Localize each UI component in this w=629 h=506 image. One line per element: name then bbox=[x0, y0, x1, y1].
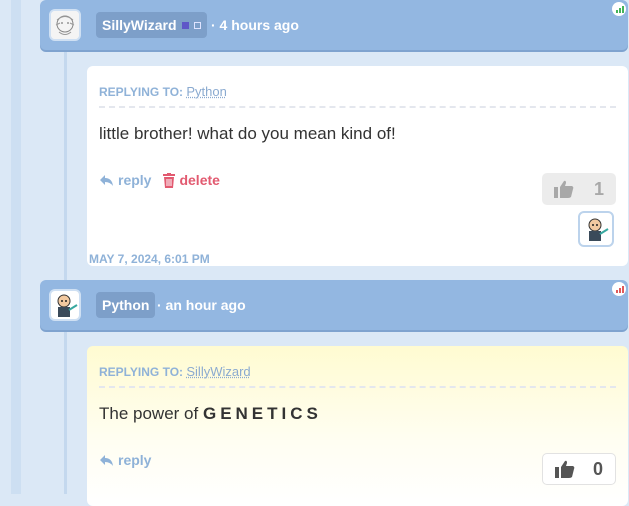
reply-label: reply bbox=[118, 452, 152, 468]
comment-text: little brother! what do you mean kind of… bbox=[99, 124, 396, 143]
comment-date: MAY 7, 2024, 6:01 PM bbox=[89, 252, 210, 266]
comment-text-prefix: The power of bbox=[99, 404, 199, 423]
trash-icon bbox=[163, 172, 176, 188]
comment-header: Python · an hour ago bbox=[40, 280, 628, 330]
reply-arrow-icon bbox=[100, 174, 113, 186]
replying-to-link[interactable]: SillyWizard bbox=[186, 364, 250, 379]
thumbs-up-icon bbox=[554, 180, 574, 198]
author-name[interactable]: Python bbox=[102, 292, 149, 318]
reply-button[interactable]: reply bbox=[99, 172, 151, 188]
comment-actions: reply delete bbox=[99, 172, 220, 188]
timestamp: · an hour ago bbox=[157, 297, 246, 313]
reply-arrow-icon bbox=[100, 454, 113, 466]
like-button[interactable]: 1 bbox=[542, 173, 616, 205]
badge-outline-icon bbox=[193, 21, 201, 29]
signal-red-icon bbox=[612, 282, 626, 296]
python-avatar-icon bbox=[588, 218, 609, 241]
signal-green-icon bbox=[612, 2, 626, 16]
sketch-avatar-icon bbox=[51, 11, 79, 39]
replying-to: REPLYING TO: Python bbox=[99, 84, 616, 108]
comment-card: REPLYING TO: SillyWizard The power of GE… bbox=[87, 346, 628, 506]
author-chip[interactable]: SillyWizard bbox=[96, 12, 207, 38]
avatar[interactable] bbox=[49, 289, 81, 321]
replying-label: REPLYING TO: bbox=[99, 365, 184, 379]
comment-actions: reply bbox=[99, 452, 151, 468]
like-count: 1 bbox=[593, 178, 604, 199]
comment-text-emphasis: GENETICS bbox=[202, 404, 322, 423]
comment-text: The power of GENETICS bbox=[99, 404, 322, 424]
replying-label: REPLYING TO: bbox=[99, 85, 184, 99]
author-chip[interactable]: Python bbox=[96, 292, 156, 318]
thread-rail bbox=[11, 0, 21, 494]
like-button[interactable]: 0 bbox=[542, 453, 616, 485]
thumbs-up-icon bbox=[555, 460, 575, 478]
reply-label: reply bbox=[118, 172, 152, 188]
reply-button[interactable]: reply bbox=[99, 452, 151, 468]
replying-to-link[interactable]: Python bbox=[186, 84, 226, 99]
python-avatar-icon bbox=[57, 294, 78, 317]
avatar[interactable] bbox=[49, 9, 81, 41]
delete-button[interactable]: delete bbox=[163, 172, 220, 188]
reply-rail bbox=[64, 50, 67, 494]
like-count: 0 bbox=[592, 458, 603, 479]
comment-header: SillyWizard · 4 hours ago bbox=[40, 0, 628, 50]
author-name[interactable]: SillyWizard bbox=[102, 12, 177, 38]
liker-avatar[interactable] bbox=[578, 211, 614, 247]
badge-filled-icon bbox=[181, 21, 189, 29]
comment-card: REPLYING TO: Python little brother! what… bbox=[87, 66, 628, 266]
replying-to: REPLYING TO: SillyWizard bbox=[99, 364, 616, 388]
timestamp: · 4 hours ago bbox=[211, 17, 299, 33]
delete-label: delete bbox=[179, 172, 220, 188]
